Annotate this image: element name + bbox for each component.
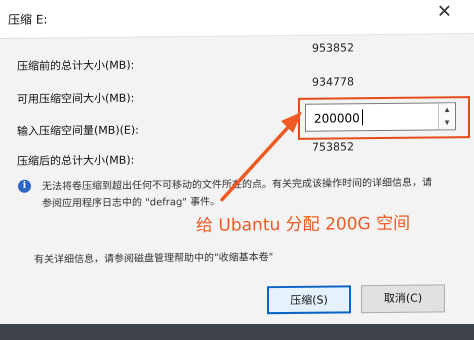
annotation-text: 给 Ubantu 分配 200G 空间	[196, 213, 411, 236]
shrink-button[interactable]: 压缩(S)	[267, 285, 351, 315]
cancel-button[interactable]: 取消(C)	[361, 284, 445, 314]
monitor-bezel	[0, 324, 474, 340]
screen: 压缩 E: ✕ 压缩前的总计大小(MB): 953852 可用压缩空间大小(MB…	[0, 0, 474, 340]
shrink-dialog: 压缩 E: ✕ 压缩前的总计大小(MB): 953852 可用压缩空间大小(MB…	[0, 0, 474, 340]
